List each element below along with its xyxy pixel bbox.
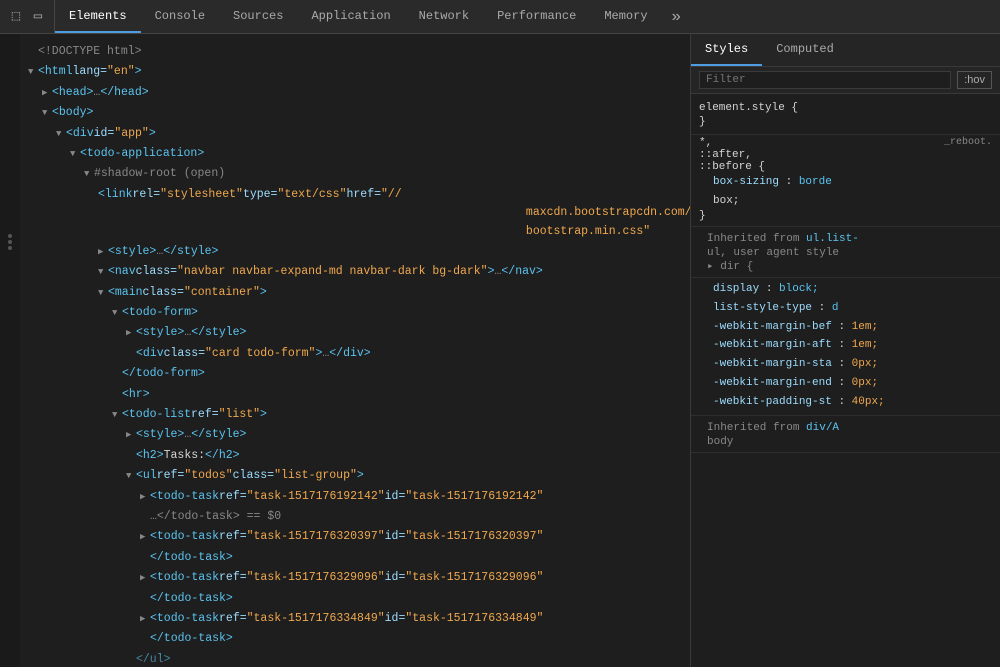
left-sidebar <box>0 34 20 667</box>
tab-memory[interactable]: Memory <box>590 0 661 33</box>
tab-sources[interactable]: Sources <box>219 0 297 33</box>
code-line[interactable]: </todo-task> <box>20 589 690 609</box>
code-line[interactable]: #shadow-root (open) <box>20 164 690 184</box>
code-line[interactable]: <todo-list ref="list"> <box>20 405 690 425</box>
style-block-element: element.style { } <box>691 100 1000 135</box>
expand-icon[interactable] <box>126 469 136 483</box>
expand-icon[interactable] <box>56 127 66 141</box>
code-line[interactable]: <todo-application> <box>20 144 690 164</box>
sidebar-dot <box>8 246 12 250</box>
code-line[interactable]: <style>…</style> <box>20 323 690 343</box>
toolbar-icons: ⬚ ▭ <box>0 0 55 33</box>
code-line[interactable]: <div class="card todo-form">…</div> <box>20 344 690 364</box>
tab-performance[interactable]: Performance <box>483 0 590 33</box>
style-block-inherited-ul: Inherited from ul.list- ul, user agent s… <box>691 227 1000 278</box>
code-line[interactable]: </todo-task> <box>20 629 690 649</box>
code-line[interactable]: <style>…</style> <box>20 425 690 445</box>
tab-console[interactable]: Console <box>141 0 219 33</box>
style-block-inherited-body: Inherited from div/A body <box>691 416 1000 453</box>
code-line[interactable]: <head>…</head> <box>20 83 690 103</box>
code-line[interactable]: <html lang="en"> <box>20 62 690 82</box>
code-line[interactable]: <todo-task ref="task-1517176329096" id="… <box>20 568 690 588</box>
style-block-universal: *, _reboot. ::after, ::before { box-sizi… <box>691 135 1000 227</box>
code-line[interactable]: <todo-task ref="task-1517176192142" id="… <box>20 487 690 507</box>
expand-icon[interactable] <box>42 106 52 120</box>
sidebar-dot <box>8 234 12 238</box>
code-line[interactable]: <todo-form> <box>20 303 690 323</box>
code-line[interactable]: <ul ref="todos" class="list-group"> <box>20 466 690 486</box>
right-tabs: Styles Computed <box>691 34 1000 67</box>
expand-icon[interactable] <box>140 571 150 585</box>
tab-computed[interactable]: Computed <box>762 34 848 66</box>
code-line[interactable]: <link rel="stylesheet" type="text/css" h… <box>20 185 690 242</box>
code-line[interactable]: <hr> <box>20 385 690 405</box>
expand-icon[interactable] <box>126 428 136 442</box>
code-line[interactable]: <nav class="navbar navbar-expand-md navb… <box>20 262 690 282</box>
expand-icon[interactable] <box>98 245 108 259</box>
tab-application[interactable]: Application <box>297 0 404 33</box>
expand-icon[interactable] <box>70 147 80 161</box>
code-line[interactable]: <body> <box>20 103 690 123</box>
style-block-dir: display : block; list-style-type : d -we… <box>691 278 1000 416</box>
html-panel: <!DOCTYPE html> <html lang="en"> <head>…… <box>20 34 690 667</box>
sidebar-dot <box>8 240 12 244</box>
expand-icon[interactable] <box>28 65 38 79</box>
expand-icon[interactable] <box>140 530 150 544</box>
expand-icon[interactable] <box>98 265 108 279</box>
main-content: <!DOCTYPE html> <html lang="en"> <head>…… <box>0 34 1000 667</box>
expand-icon[interactable] <box>140 490 150 504</box>
code-line[interactable]: </todo-task> <box>20 548 690 568</box>
inspect-icon[interactable]: ⬚ <box>8 9 24 25</box>
code-line[interactable]: </ul> <box>20 650 690 667</box>
tab-styles[interactable]: Styles <box>691 34 762 66</box>
expand-icon[interactable] <box>112 408 122 422</box>
code-line[interactable]: <!DOCTYPE html> <box>20 42 690 62</box>
expand-icon[interactable] <box>42 86 52 100</box>
code-line[interactable]: …</todo-task> == $0 <box>20 507 690 527</box>
device-icon[interactable]: ▭ <box>30 9 46 25</box>
expand-icon[interactable] <box>126 326 136 340</box>
tab-elements[interactable]: Elements <box>55 0 141 33</box>
filter-input[interactable] <box>699 71 951 89</box>
expand-icon[interactable] <box>112 306 122 320</box>
tab-network[interactable]: Network <box>405 0 483 33</box>
code-line[interactable]: <main class="container"> <box>20 283 690 303</box>
code-line[interactable]: <style>…</style> <box>20 242 690 262</box>
expand-icon[interactable] <box>98 286 108 300</box>
styles-content: element.style { } *, _reboot. ::after, :… <box>691 94 1000 667</box>
code-line[interactable]: </todo-form> <box>20 364 690 384</box>
expand-icon[interactable] <box>84 167 94 181</box>
code-line[interactable]: <h2>Tasks:</h2> <box>20 446 690 466</box>
code-line[interactable]: <div id="app"> <box>20 124 690 144</box>
code-line[interactable]: <todo-task ref="task-1517176334849" id="… <box>20 609 690 629</box>
expand-icon[interactable] <box>140 612 150 626</box>
filter-bar: :hov <box>691 67 1000 94</box>
more-tabs-button[interactable]: » <box>662 0 692 33</box>
right-panel: Styles Computed :hov element.style { } *… <box>690 34 1000 667</box>
hov-button[interactable]: :hov <box>957 71 992 89</box>
tab-bar: Elements Console Sources Application Net… <box>55 0 1000 33</box>
devtools-toolbar: ⬚ ▭ Elements Console Sources Application… <box>0 0 1000 34</box>
code-line[interactable]: <todo-task ref="task-1517176320397" id="… <box>20 527 690 547</box>
